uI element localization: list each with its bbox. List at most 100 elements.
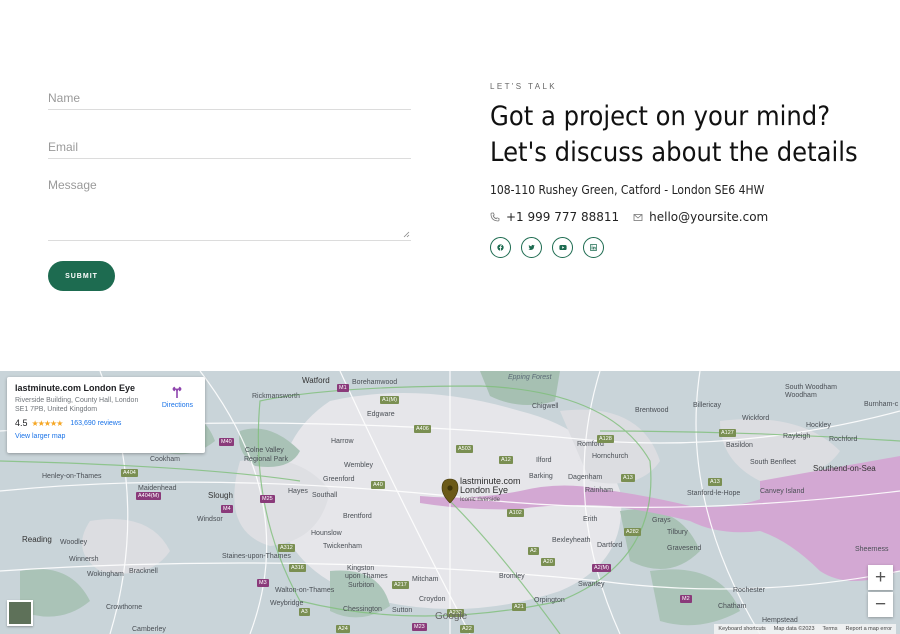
marker-title-line-2: London Eye: [460, 485, 509, 495]
map-label: Southall: [312, 492, 338, 499]
road-shield: M3: [257, 579, 269, 587]
map-label: Ilford: [536, 457, 552, 464]
road-shield: M40: [219, 438, 234, 446]
road-shield: A316: [289, 564, 306, 572]
map-marker-label[interactable]: lastminute.com London Eye: [460, 477, 521, 495]
map-label: Billericay: [693, 402, 722, 409]
road-shield: M23: [412, 623, 427, 631]
map-label: Chessington: [343, 606, 382, 613]
map-label: Cookham: [150, 456, 180, 463]
contact-row: +1 999 777 88811 hello@yoursite.com: [490, 210, 890, 224]
map-label: Stanford-le-Hope: [687, 490, 741, 497]
map-label: Sheerness: [855, 546, 889, 553]
directions-button[interactable]: Directions: [162, 385, 193, 409]
road-shield: A2(M): [592, 564, 611, 572]
phone-link[interactable]: +1 999 777 88811: [490, 210, 619, 224]
map-label: Mitcham: [412, 576, 439, 583]
road-shield: A22: [460, 625, 474, 633]
map-label: Bromley: [499, 573, 525, 580]
road-shield: A406: [414, 425, 431, 433]
map-label: Burnham-c: [864, 401, 899, 408]
map-label: Regional Park: [244, 456, 288, 463]
zoom-in-button[interactable]: +: [868, 565, 893, 590]
road-shield: A2: [528, 547, 539, 555]
name-input[interactable]: [48, 80, 411, 109]
map-label: Windsor: [197, 516, 223, 523]
map-label: Borehamwood: [352, 379, 398, 386]
headline: Got a project on your mind? Let's discus…: [490, 99, 868, 171]
road-shield: M25: [260, 495, 275, 503]
map-label: Camberley: [132, 626, 166, 633]
map-label: Orpington: [534, 597, 565, 604]
terms-link[interactable]: Terms: [823, 626, 838, 632]
mail-icon: [633, 214, 643, 221]
email-input[interactable]: [48, 129, 411, 158]
linkedin-link[interactable]: [583, 237, 604, 258]
view-larger-map-link[interactable]: View larger map: [15, 433, 197, 440]
map-label: Sutton: [392, 607, 413, 614]
map-label: Swanley: [578, 581, 605, 588]
map-label: Canvey Island: [760, 488, 805, 495]
social-links: [490, 237, 890, 258]
map-label: Slough: [208, 491, 233, 500]
map-data-label: Map data ©2023: [773, 626, 815, 632]
google-map[interactable]: Watford Borehamwood Epping Forest South …: [0, 371, 900, 634]
road-shield: A1(M): [380, 396, 399, 404]
map-label: Barking: [529, 473, 553, 480]
map-label: Hornchurch: [592, 453, 629, 460]
map-label: Dagenham: [568, 474, 603, 481]
address: 108-110 Rushey Green, Catford - London S…: [490, 183, 765, 197]
place-info-card: lastminute.com London Eye Riverside Buil…: [7, 377, 205, 453]
map-label: Winnersh: [69, 556, 99, 563]
message-field-wrapper: [48, 176, 411, 241]
map-label: Basildon: [726, 442, 753, 449]
zoom-out-button[interactable]: −: [868, 592, 893, 617]
map-label: Greenford: [323, 476, 355, 483]
map-label: Woodham: [785, 392, 817, 399]
road-shield: A503: [456, 445, 473, 453]
map-label: Rochester: [733, 587, 765, 594]
map-label: Wokingham: [87, 571, 124, 578]
map-label: Woodley: [60, 539, 88, 546]
submit-button[interactable]: SUBMIT: [48, 261, 115, 291]
map-label: Hempstead: [762, 617, 798, 624]
directions-label: Directions: [161, 402, 193, 409]
map-label: Wembley: [344, 462, 374, 469]
map-label: Croydon: [419, 596, 446, 603]
email-link[interactable]: hello@yoursite.com: [633, 210, 768, 224]
twitter-link[interactable]: [521, 237, 542, 258]
road-shield: A312: [278, 544, 295, 552]
map-label: Southend-on-Sea: [813, 464, 876, 473]
road-shield: A40: [371, 481, 385, 489]
facebook-link[interactable]: [490, 237, 511, 258]
road-shield: A21: [512, 603, 526, 611]
map-label: Dartford: [597, 542, 623, 549]
contact-form: SUBMIT: [48, 80, 411, 291]
headline-line-2: Let's discuss about the details: [490, 137, 858, 168]
map-label: Grays: [652, 517, 671, 524]
youtube-link[interactable]: [552, 237, 573, 258]
map-label: Wickford: [742, 415, 770, 422]
satellite-toggle[interactable]: [7, 600, 33, 626]
map-label: Colne Valley: [245, 447, 284, 454]
eyebrow-label: LET'S TALK: [490, 82, 558, 91]
map-label: Walton-on-Thames: [275, 587, 335, 594]
headline-line-1: Got a project on your mind?: [490, 101, 831, 132]
map-label: Surbiton: [348, 582, 375, 589]
name-field-wrapper: [48, 80, 411, 110]
report-error-link[interactable]: Report a map error: [846, 626, 892, 632]
contact-info: LET'S TALK Got a project on your mind? L…: [490, 82, 890, 258]
map-label: Henley-on-Thames: [42, 473, 102, 480]
reviews-link[interactable]: 163,690 reviews: [70, 420, 121, 427]
keyboard-shortcuts-link[interactable]: Keyboard shortcuts: [718, 626, 765, 632]
map-label: Weybridge: [270, 600, 304, 607]
map-label: South Benfleet: [750, 459, 796, 466]
road-shield: A404: [121, 469, 138, 477]
map-label: Brentford: [343, 513, 372, 520]
map-label: Kingston: [347, 565, 375, 572]
road-shield: A128: [597, 435, 614, 443]
linkedin-icon: [590, 244, 597, 251]
message-textarea[interactable]: [48, 176, 411, 239]
rating-value: 4.5: [15, 418, 28, 428]
resize-grip-icon[interactable]: [403, 231, 410, 238]
